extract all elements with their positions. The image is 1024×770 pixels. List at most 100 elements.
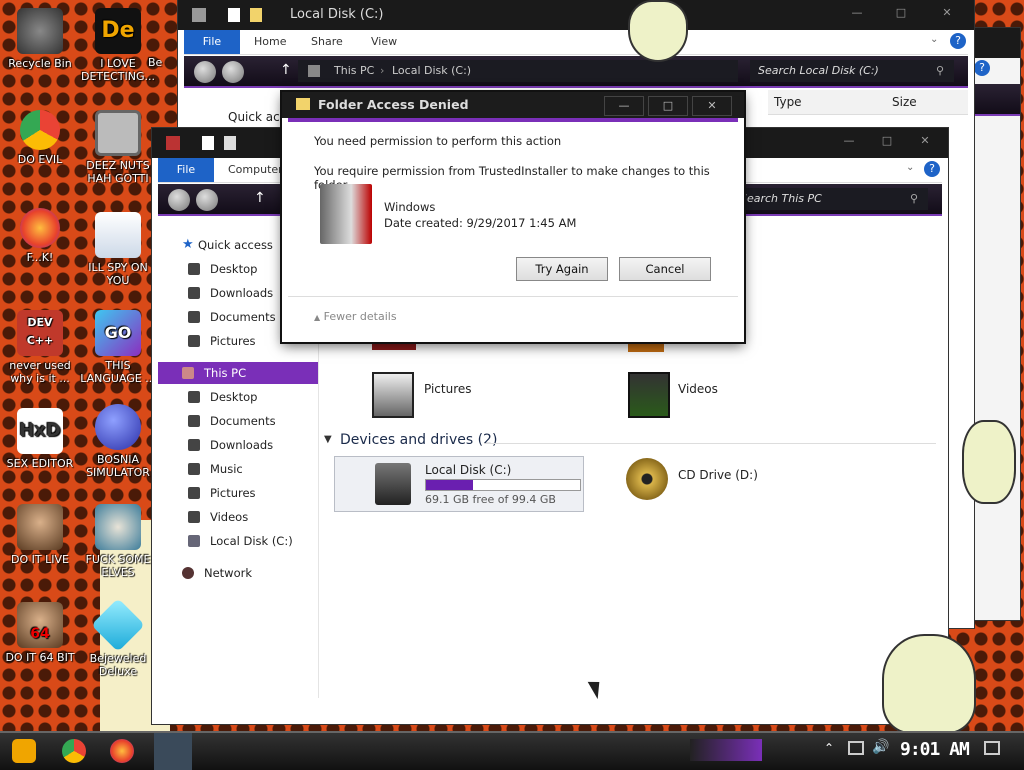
column-type[interactable]: Type	[774, 95, 802, 109]
new-folder-icon[interactable]	[250, 8, 262, 22]
column-size[interactable]: Size	[892, 95, 917, 109]
nav-pictures[interactable]: Pictures	[158, 482, 318, 504]
up-arrow-icon[interactable]: ↑	[254, 190, 266, 206]
system-clock[interactable]: 9:01 AM	[900, 739, 970, 760]
maximize-button[interactable]: □	[884, 6, 918, 22]
recycle-bin-icon	[17, 8, 63, 54]
desktop-icon-bosnia[interactable]: BOSNIA SIMULATOR	[78, 404, 158, 479]
nav-music[interactable]: Music	[158, 458, 318, 480]
close-button[interactable]: ✕	[692, 96, 732, 116]
close-button[interactable]: ✕	[930, 6, 964, 22]
mine-icon	[95, 404, 141, 450]
desktop-icon-do-it-live[interactable]: DO IT LIVE	[0, 504, 80, 566]
fewer-details-link[interactable]: ▲ Fewer details	[314, 310, 397, 323]
desktop-icon-firefox[interactable]: F...K!	[0, 208, 80, 264]
desktop-icon-detecting[interactable]: De I LOVE DETECTING...	[78, 8, 158, 83]
drive-icon	[188, 535, 200, 547]
hard-drive-icon	[375, 463, 411, 505]
item-name: Windows	[384, 200, 436, 214]
desktop-icon-hxd[interactable]: HxD SEX EDITOR	[0, 408, 80, 470]
tab-share[interactable]: Share	[311, 35, 343, 48]
forward-button[interactable]	[222, 61, 244, 83]
nav-documents[interactable]: Documents	[158, 410, 318, 432]
maximize-button[interactable]: □	[870, 134, 904, 150]
minimize-button[interactable]: —	[832, 134, 866, 150]
back-button[interactable]	[168, 189, 190, 211]
firefox-icon[interactable]	[110, 739, 134, 763]
drive-local-disk-c[interactable]: Local Disk (C:) 69.1 GB free of 99.4 GB	[334, 456, 584, 512]
nav-local-disk[interactable]: Local Disk (C:)	[158, 530, 318, 552]
search-icon: ⚲	[909, 192, 918, 205]
desktop-icon-devcpp[interactable]: DEV C++ never used why is it ...	[0, 310, 80, 385]
up-arrow-icon[interactable]: ↑	[280, 62, 292, 78]
quick-access-label[interactable]: Quick acc	[228, 110, 286, 124]
desktop-icon-deez-nuts[interactable]: DEEZ NUTS HAH GOTTI	[78, 110, 158, 185]
desktop-icon-elves[interactable]: FUCK SOME ELVES	[78, 504, 158, 579]
app-icon	[192, 8, 206, 22]
documents-icon	[188, 311, 200, 323]
desktop-icon-bejeweled[interactable]: Bejeweled Deluxe	[78, 598, 158, 678]
search-input[interactable]: Search Local Disk (C:) ⚲	[750, 60, 954, 82]
breadcrumb[interactable]: This PC › Local Disk (C:)	[298, 60, 738, 82]
nav-network[interactable]: Network	[158, 562, 318, 584]
portrait-64-icon: 64	[17, 602, 63, 648]
tab-computer[interactable]: Computer	[228, 163, 283, 176]
help-icon[interactable]: ?	[950, 33, 966, 49]
tab-home[interactable]: Home	[254, 35, 286, 48]
properties-icon[interactable]	[202, 136, 214, 150]
folder-icon	[296, 98, 310, 110]
chevron-up-icon[interactable]: ⌃	[824, 741, 834, 755]
taskbar: ⌃ 🔊 9:01 AM	[0, 731, 1024, 770]
file-explorer-icon[interactable]	[154, 733, 192, 770]
drive-usage-fill	[426, 480, 473, 490]
network-spy-icon	[95, 212, 141, 258]
minimize-button[interactable]: —	[840, 6, 874, 22]
try-again-button[interactable]: Try Again	[516, 257, 608, 281]
column-headers: Type Size	[768, 90, 968, 115]
desktop-icon-recycle-bin[interactable]: Recycle Bin	[0, 8, 80, 70]
desktop-icon-partial[interactable]: Be	[148, 56, 178, 69]
computer-icon	[182, 367, 194, 379]
dialog-message-secondary: You require permission from TrustedInsta…	[314, 164, 710, 192]
search-input[interactable]: Search This PC ⚲	[734, 188, 928, 210]
nav-desktop[interactable]: Desktop	[158, 386, 318, 408]
back-button[interactable]	[194, 61, 216, 83]
tab-file[interactable]: File	[158, 158, 214, 182]
collapse-chevron-icon[interactable]: ▼	[324, 434, 332, 445]
character-sticker	[628, 0, 688, 62]
nav-videos[interactable]: Videos	[158, 506, 318, 528]
chrome-icon[interactable]	[62, 739, 86, 763]
tab-view[interactable]: View	[371, 35, 397, 48]
desktop-icon-goland[interactable]: GO THIS LANGUAGE ...	[78, 310, 158, 385]
desktop-icon-do-it-64[interactable]: 64 DO IT 64 BIT	[0, 602, 80, 664]
pictures-icon	[188, 487, 200, 499]
cancel-button[interactable]: Cancel	[619, 257, 711, 281]
dialog-titlebar: Folder Access Denied — □ ✕	[282, 92, 744, 118]
close-button[interactable]: ✕	[908, 134, 942, 150]
new-folder-icon[interactable]	[224, 136, 236, 150]
start-button-icon[interactable]	[12, 739, 36, 763]
cd-drive-icon	[626, 458, 668, 500]
chevron-down-icon[interactable]: ⌄	[930, 34, 938, 45]
search-icon: ⚲	[935, 64, 944, 77]
tab-file[interactable]: File	[184, 30, 240, 54]
devices-group-header[interactable]: ▼ Devices and drives (2)	[324, 432, 936, 452]
pictures-folder-icon	[372, 372, 414, 418]
desktop-icon-do-evil[interactable]: DO EVIL	[0, 110, 80, 166]
breadcrumb-this-pc[interactable]: This PC	[334, 60, 374, 82]
chevron-down-icon[interactable]: ⌄	[906, 162, 914, 173]
desktop-icon-spy[interactable]: ILL SPY ON YOU	[78, 212, 158, 287]
music-icon	[188, 463, 200, 475]
action-center-icon[interactable]	[984, 741, 1000, 755]
volume-icon[interactable]: 🔊	[872, 739, 889, 755]
breadcrumb-local-disk[interactable]: Local Disk (C:)	[392, 60, 471, 82]
minimize-button[interactable]: —	[604, 96, 644, 116]
network-icon[interactable]	[848, 741, 864, 755]
forward-button[interactable]	[196, 189, 218, 211]
help-icon[interactable]: ?	[924, 161, 940, 177]
nav-this-pc[interactable]: This PC	[158, 362, 318, 384]
properties-icon[interactable]	[228, 8, 240, 22]
de-icon: De	[95, 8, 141, 54]
maximize-button[interactable]: □	[648, 96, 688, 116]
nav-downloads[interactable]: Downloads	[158, 434, 318, 456]
